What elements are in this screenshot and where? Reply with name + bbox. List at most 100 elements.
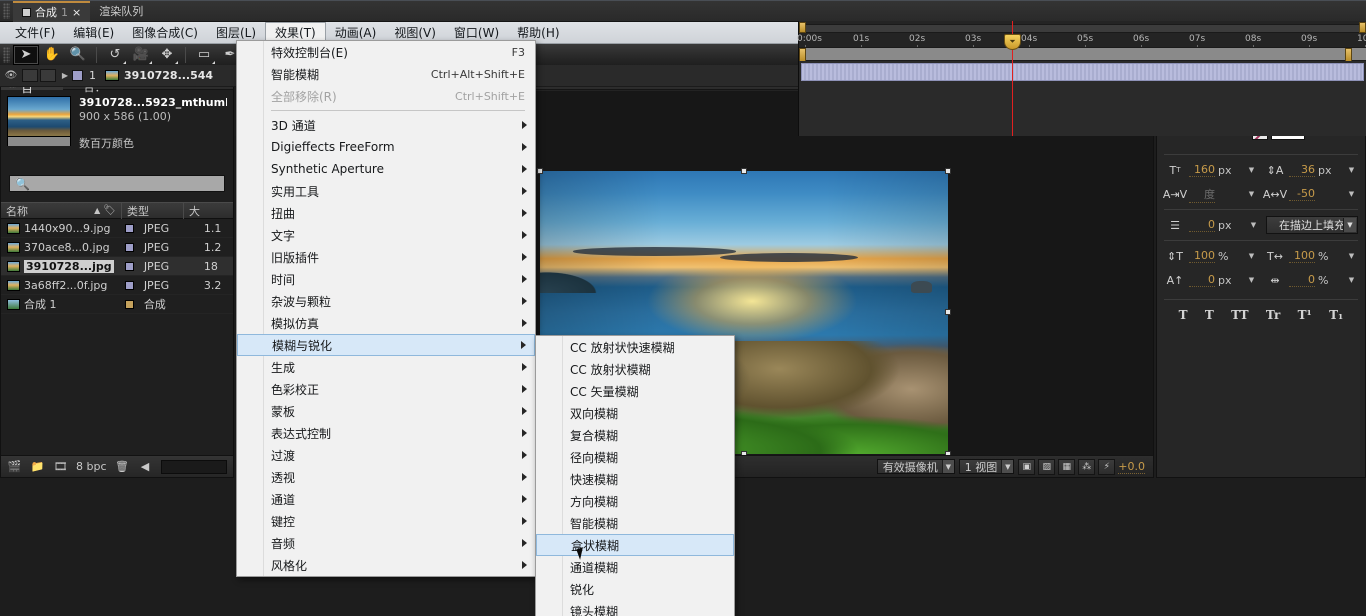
timeline-button[interactable]: ▦ [1058,459,1075,475]
vertical-scale-field[interactable]: ⇕T 100 % ▼ [1164,247,1258,265]
work-area-bar[interactable] [799,24,1366,33]
menu-item-12[interactable]: 杂波与颗粒 [237,290,535,312]
pan-behind-tool[interactable]: ✥ [154,45,180,65]
menu-item-7[interactable]: 方向模糊 [536,490,734,512]
toolbar-grip-icon[interactable] [3,47,10,63]
menu-item-21[interactable]: 通道 [237,488,535,510]
chevron-down-icon[interactable]: ▼ [1345,164,1358,177]
menu-item-12[interactable]: 镜头模糊 [536,600,734,616]
column-name[interactable]: 名称 ▲ 🏷 [1,202,121,219]
chevron-down-icon[interactable]: ▼ [1245,274,1258,287]
stroke-width-field[interactable]: ☰ 0 px ▼ [1164,216,1260,234]
menu-item-1[interactable]: CC 放射状模糊 [536,358,734,380]
tab-composition-1[interactable]: 合成 1 × [13,1,90,22]
menu-item-4[interactable]: 3D 通道 [237,114,535,136]
chevron-down-icon[interactable]: ▼ [1245,250,1258,263]
tsume-field[interactable]: ⇹ 0 % ▼ [1264,271,1358,289]
layer-visibility-toggle[interactable]: 👁 [0,70,22,81]
exposure-value[interactable]: +0.0 [1118,460,1145,474]
tracking-field[interactable]: A↔V -50 ▼ [1264,185,1358,203]
current-time-indicator[interactable]: ⏷ [1012,21,1013,136]
project-item-row[interactable]: 370ace8...0.jpgJPEG1.2 [1,238,233,257]
menu-item-3[interactable]: 双向模糊 [536,402,734,424]
fast-previews-button[interactable]: ⚡ [1098,459,1115,475]
transform-handle-tl[interactable] [537,168,543,174]
menu-item-6[interactable]: Synthetic Aperture [237,158,535,180]
menu-item-8[interactable]: 扭曲 [237,202,535,224]
navigator-start-handle[interactable] [799,48,806,62]
menu-item-18[interactable]: 表达式控制 [237,422,535,444]
menu-item-22[interactable]: 键控 [237,510,535,532]
tab-render-queue[interactable]: 渲染队列 [90,1,152,22]
new-composition-icon[interactable]: 🎬 [7,460,22,473]
project-item-row[interactable]: 1440x90...9.jpgJPEG1.1 [1,219,233,238]
layer-audio-toggle[interactable] [22,69,38,82]
chevron-down-icon[interactable]: ▼ [1245,188,1258,201]
zoom-tool[interactable]: 🔍 [65,45,91,65]
chevron-down-icon[interactable]: ▼ [1247,219,1260,232]
menubar-item-0[interactable]: 文件(F) [6,23,64,43]
stroke-order-select[interactable]: 在描边上填充 ▼ [1266,216,1358,234]
navigator-end-handle[interactable] [1345,48,1352,62]
transparency-grid-button[interactable]: ▨ [1038,459,1055,475]
transform-handle-tc[interactable] [741,168,747,174]
column-type[interactable]: 类型 [121,202,183,219]
layer-expand-triangle-icon[interactable]: ▶ [58,71,72,80]
chevron-down-icon[interactable]: ▼ [1345,250,1358,263]
camera-tool[interactable]: 🎥 [128,45,154,65]
menu-item-10[interactable]: 通道模糊 [536,556,734,578]
label-color-swatch[interactable] [125,300,134,309]
font-style-button-1[interactable]: T [1205,308,1214,322]
horizontal-scale-field[interactable]: T↔ 100 % ▼ [1264,247,1358,265]
menu-item-23[interactable]: 音频 [237,532,535,554]
label-color-swatch[interactable] [125,281,134,290]
font-style-button-3[interactable]: Tr [1266,308,1280,322]
bit-depth-label[interactable]: 8 bpc [76,460,107,473]
work-area-start-handle[interactable] [799,22,806,33]
trash-icon[interactable]: 🗑 [115,460,130,473]
chevron-down-icon[interactable]: ▼ [1345,188,1358,201]
view-layout-select[interactable]: 1 视图 ▼ [959,459,1015,474]
font-style-button-4[interactable]: T¹ [1298,308,1312,322]
hand-tool[interactable]: ✋ [39,45,65,65]
menu-item-8[interactable]: 智能模糊 [536,512,734,534]
menu-item-9[interactable]: 盒状模糊 [536,534,734,556]
transform-handle-tr[interactable] [945,168,951,174]
font-style-button-5[interactable]: T₁ [1329,308,1343,322]
label-color-swatch[interactable] [125,224,134,233]
chevron-down-icon[interactable]: ▼ [1345,274,1358,287]
tab-close-icon[interactable]: × [72,6,81,19]
label-color-swatch[interactable] [125,243,134,252]
menu-item-4[interactable]: 复合模糊 [536,424,734,446]
menubar-item-2[interactable]: 图像合成(C) [123,23,207,43]
rotation-tool[interactable]: ↺ [102,45,128,65]
baseline-shift-field[interactable]: A↑ 0 px ▼ [1164,271,1258,289]
menu-item-2[interactable]: CC 矢量模糊 [536,380,734,402]
menu-item-10[interactable]: 旧版插件 [237,246,535,268]
kerning-field[interactable]: A⇥V 度 ▼ [1164,185,1258,203]
leading-field[interactable]: ⇕A 36 px ▼ [1264,161,1358,179]
menu-item-5[interactable]: Digieffects FreeForm [237,136,535,158]
project-search-input[interactable]: 🔍 [9,175,225,192]
chevron-down-icon[interactable]: ▼ [1245,164,1258,177]
work-area-end-handle[interactable] [1359,22,1366,33]
font-size-field[interactable]: TT 160 px ▼ [1164,161,1258,179]
shape-tool[interactable]: ▭ [191,45,217,65]
menu-item-0[interactable]: 特效控制台(E)F3 [237,41,535,63]
menu-item-11[interactable]: 锐化 [536,578,734,600]
layer-clip-bar[interactable] [801,63,1364,81]
project-item-row[interactable]: 3a68ff2...0f.jpgJPEG3.2 [1,276,233,295]
column-size[interactable]: 大 [183,202,223,219]
layer-solo-toggle[interactable] [40,69,56,82]
time-navigator-bar[interactable] [799,47,1366,61]
menu-item-24[interactable]: 风格化 [237,554,535,576]
menu-item-6[interactable]: 快速模糊 [536,468,734,490]
font-style-button-2[interactable]: TT [1231,308,1248,322]
menu-item-11[interactable]: 时间 [237,268,535,290]
playhead-handle[interactable]: ⏷ [1004,34,1021,50]
menu-item-19[interactable]: 过渡 [237,444,535,466]
menu-item-14[interactable]: 模糊与锐化 [237,334,535,356]
menu-item-9[interactable]: 文字 [237,224,535,246]
region-of-interest-button[interactable]: ▣ [1018,459,1035,475]
active-camera-select[interactable]: 有效摄像机 ▼ [877,459,955,474]
